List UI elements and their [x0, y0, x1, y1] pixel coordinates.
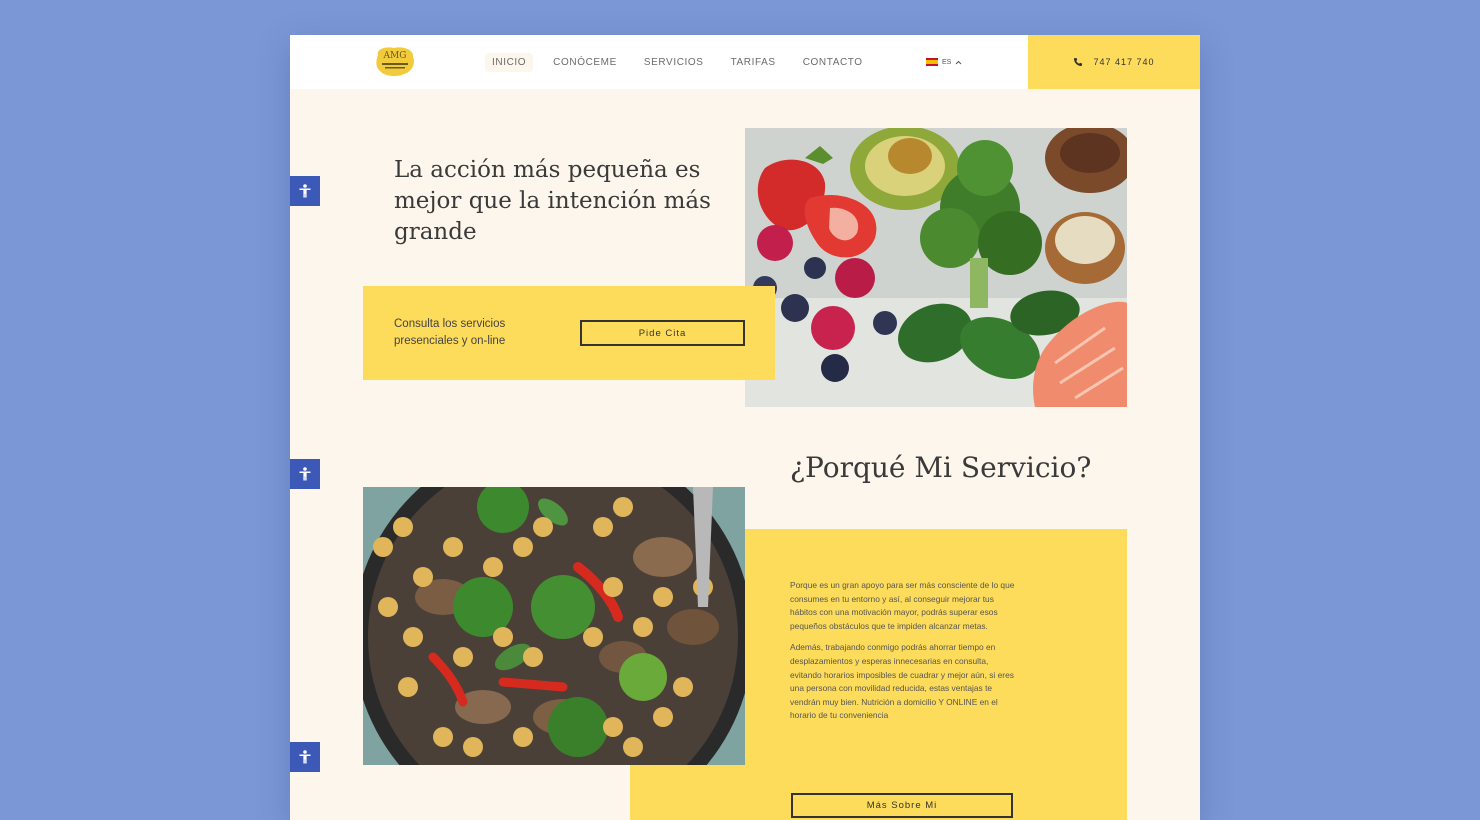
- logo[interactable]: AMG: [374, 45, 416, 79]
- mas-sobre-mi-button[interactable]: Más Sobre Mi: [791, 793, 1013, 818]
- accessibility-button[interactable]: [290, 742, 320, 772]
- accessibility-icon: [299, 467, 311, 481]
- accessibility-icon: [299, 184, 311, 198]
- site-header: AMG INICIO CONÓCEME SERVICIOS TARIFAS CO…: [290, 35, 1200, 89]
- hero-cta-box: Consulta los servicios presenciales y on…: [363, 286, 775, 380]
- nav-item-inicio[interactable]: INICIO: [485, 52, 534, 72]
- nav-item-contacto[interactable]: CONTACTO: [796, 53, 870, 72]
- main-nav: INICIO CONÓCEME SERVICIOS TARIFAS CONTAC…: [485, 35, 883, 89]
- logo-text: AMG: [383, 51, 407, 61]
- accessibility-button[interactable]: [290, 176, 320, 206]
- phone-icon: [1074, 58, 1083, 66]
- phone-button[interactable]: 747 417 740: [1028, 35, 1200, 89]
- info-content: Porque es un gran apoyo para ser más con…: [790, 579, 1015, 731]
- info-paragraph-2: Además, trabajando conmigo podrás ahorra…: [790, 642, 1014, 721]
- chickpea-dish-image: [363, 487, 745, 765]
- accessibility-button[interactable]: [290, 459, 320, 489]
- language-selector[interactable]: ES: [926, 55, 962, 69]
- hero-title: La acción más pequeña es mejor que la in…: [394, 157, 711, 245]
- nav-item-conoceme[interactable]: CONÓCEME: [546, 53, 624, 72]
- accessibility-icon: [299, 750, 311, 764]
- pide-cita-button[interactable]: Pide Cita: [580, 320, 745, 346]
- website-frame: AMG INICIO CONÓCEME SERVICIOS TARIFAS CO…: [290, 35, 1200, 820]
- phone-number: 747 417 740: [1093, 57, 1155, 67]
- nav-item-servicios[interactable]: SERVICIOS: [637, 53, 711, 72]
- hero-food-image: [745, 128, 1127, 407]
- info-paragraph-1: Porque es un gran apoyo para ser más con…: [790, 580, 1015, 631]
- language-code: ES: [942, 58, 952, 66]
- hero-box-text: Consulta los servicios presenciales y on…: [394, 318, 506, 347]
- chevron-up-icon: [955, 60, 962, 64]
- nav-item-tarifas[interactable]: TARIFAS: [724, 53, 783, 72]
- spain-flag-icon: [926, 58, 938, 66]
- section-title: ¿Porqué Mi Servicio?: [790, 451, 1092, 484]
